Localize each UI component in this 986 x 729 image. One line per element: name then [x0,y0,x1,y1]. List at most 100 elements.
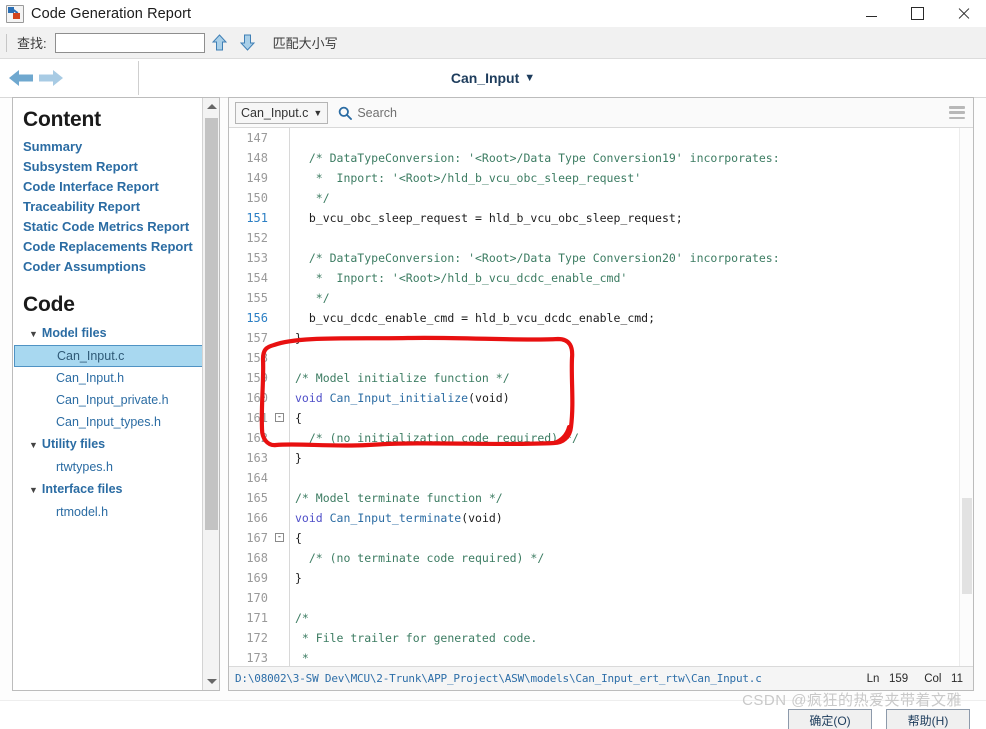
tree-group-model-files[interactable]: ▼ Model files [23,322,203,345]
tree-group-interface-files[interactable]: ▼ Interface files [23,478,203,501]
tree-group-utility-files[interactable]: ▼ Utility files [23,433,203,456]
sidebar-link-traceability-report[interactable]: Traceability Report [23,197,203,217]
line-number: 171 [246,611,268,625]
hamburger-menu-icon[interactable] [949,106,965,119]
code-fold-empty [273,248,286,268]
code-scrollbar[interactable] [959,128,973,666]
code-fold-empty [273,388,286,408]
find-previous-button[interactable] [207,31,233,55]
sidebar-link-coder-assumptions[interactable]: Coder Assumptions [23,257,203,277]
code-token: /* DataTypeConversion: '<Root>/Data Type… [295,251,780,265]
sidebar-scroll-thumb[interactable] [205,118,218,530]
sidebar-link-subsystem-report[interactable]: Subsystem Report [23,157,203,177]
back-arrow-icon[interactable] [8,67,35,89]
line-number: 167 [246,531,268,545]
code-token: /* Model terminate function */ [295,491,503,505]
tree-file-rtwtypes-h[interactable]: rtwtypes.h [23,456,203,478]
close-button[interactable] [940,0,986,27]
code-fold-toggle[interactable]: - [273,528,286,548]
code-fold-empty [273,188,286,208]
code-token: void [295,391,330,405]
code-token: */ [295,291,330,305]
code-fold-empty [273,468,286,488]
line-number: 170 [246,591,268,605]
sidebar-scrollbar[interactable] [202,98,219,690]
code-token: /* Model initialize function */ [295,371,510,385]
find-input[interactable] [54,32,205,53]
code-fold-empty [273,208,286,228]
code-generation-report-window: Code Generation Report 查找: 匹配大小写 Can_Inp… [0,0,986,729]
sidebar-link-code-interface-report[interactable]: Code Interface Report [23,177,203,197]
nav-arrow-group [8,64,64,92]
document-caret-down-icon[interactable]: ▼ [524,72,535,84]
navigation-bar: Can_Input ▼ [0,59,986,98]
arrow-down-icon [240,34,256,51]
code-fold-empty [273,288,286,308]
triangle-down-icon: ▼ [29,440,38,450]
code-fold-empty [273,128,286,148]
code-fold-empty [273,568,286,588]
forward-arrow-icon[interactable] [37,67,64,89]
title-bar: Code Generation Report [0,0,986,28]
code-fold-empty [273,548,286,568]
scroll-up-button[interactable] [203,98,219,115]
sidebar-link-summary[interactable]: Summary [23,137,203,157]
code-fold-empty [273,148,286,168]
csdn-watermark: CSDN @疯狂的热爱夹带着文雅 [742,691,962,709]
code-viewer-pane: Can_Input.c ▼ Search 147 148 149 150 151 152 1… [228,97,974,691]
code-line: } [295,448,973,468]
code-heading: Code [23,293,75,316]
code-scroll-thumb[interactable] [962,498,972,594]
minimize-button[interactable] [848,0,894,27]
code-fold-empty [273,348,286,368]
line-number: 149 [246,171,268,185]
code-fold-empty [273,488,286,508]
code-token: b_vcu_dcdc_enable_cmd = hld_b_vcu_dcdc_e… [295,311,656,325]
code-token: } [295,331,302,345]
code-text[interactable]: /* DataTypeConversion: '<Root>/Data Type… [295,128,973,666]
matlab-coder-icon [6,4,24,23]
code-body[interactable]: 147 148 149 150 151 152 153 154 155 156 157 158 159 1… [229,128,973,666]
tree-file-can-input-h[interactable]: Can_Input.h [23,367,203,389]
toolbar-grip [6,33,7,52]
line-number: 157 [246,331,268,345]
line-number: 161 [246,411,268,425]
code-line: /* (no initialization code required) */ [295,428,973,448]
sidebar-link-code-replacements-report[interactable]: Code Replacements Report [23,237,203,257]
code-line: */ [295,288,973,308]
tree-file-can-input-private-h[interactable]: Can_Input_private.h [23,389,203,411]
code-line: /* Model terminate function */ [295,488,973,508]
line-number: 155 [246,291,268,305]
code-token: * Inport: '<Root>/hld_b_vcu_dcdc_enable_… [295,271,628,285]
file-select-label: Can_Input.c [241,105,309,120]
triangle-down-icon: ▼ [29,329,38,339]
code-token: { [295,411,302,425]
line-number: 151 [246,211,268,225]
find-next-button[interactable] [235,31,261,55]
line-number: 148 [246,151,268,165]
match-case-label[interactable]: 匹配大小写 [273,33,338,52]
maximize-button[interactable] [894,0,940,27]
tree-file-can-input-c[interactable]: Can_Input.c [14,345,203,367]
code-fold-toggle[interactable]: - [273,408,286,428]
sidebar-content: Content Summary Subsystem Report Code In… [13,98,203,690]
file-select-dropdown[interactable]: Can_Input.c ▼ [235,101,329,124]
tree-file-can-input-types-h[interactable]: Can_Input_types.h [23,411,203,433]
line-number: 168 [246,551,268,565]
ok-button[interactable]: 确定(O) [788,709,872,729]
code-token: */ [295,191,330,205]
code-viewer-toolbar: Can_Input.c ▼ Search [229,98,973,128]
code-line: b_vcu_dcdc_enable_cmd = hld_b_vcu_dcdc_e… [295,308,973,328]
arrow-up-icon [212,34,228,51]
tree-file-rtmodel-h[interactable]: rtmodel.h [23,501,203,523]
code-token: /* (no terminate code required) */ [295,551,545,565]
help-button[interactable]: 帮助(H) [886,709,970,729]
code-fold-empty [273,268,286,288]
code-search-box[interactable]: Search [338,106,397,120]
document-title[interactable]: Can_Input [451,70,519,86]
code-token: /* DataTypeConversion: '<Root>/Data Type… [295,151,780,165]
sidebar-link-static-code-metrics-report[interactable]: Static Code Metrics Report [23,217,203,237]
